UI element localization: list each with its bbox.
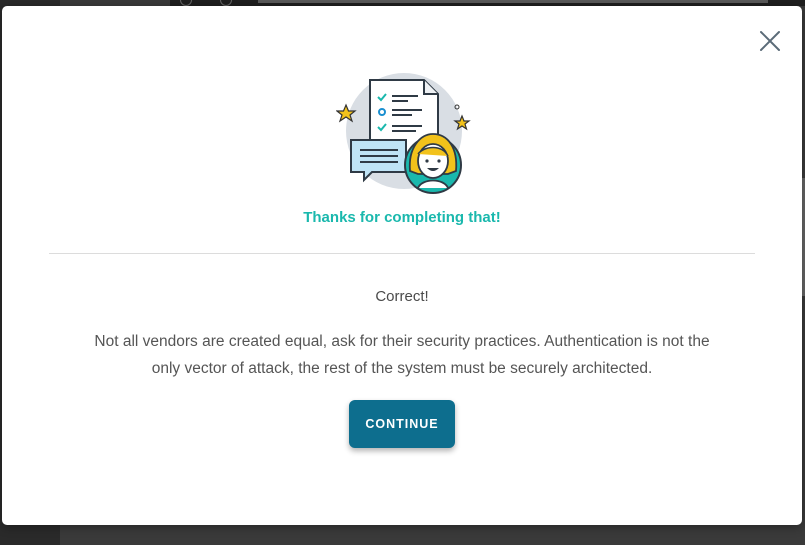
background-progress-bar	[258, 0, 768, 3]
completion-modal: Thanks for completing that! Correct! Not…	[2, 6, 802, 525]
close-button[interactable]	[758, 29, 782, 53]
result-label: Correct!	[375, 288, 429, 305]
continue-button[interactable]: CONTINUE	[349, 400, 455, 448]
close-icon	[760, 31, 780, 51]
completion-illustration-icon	[336, 73, 471, 194]
modal-title: Thanks for completing that!	[303, 209, 501, 226]
divider	[49, 253, 755, 254]
feedback-text: Not all vendors are created equal, ask f…	[94, 333, 710, 377]
